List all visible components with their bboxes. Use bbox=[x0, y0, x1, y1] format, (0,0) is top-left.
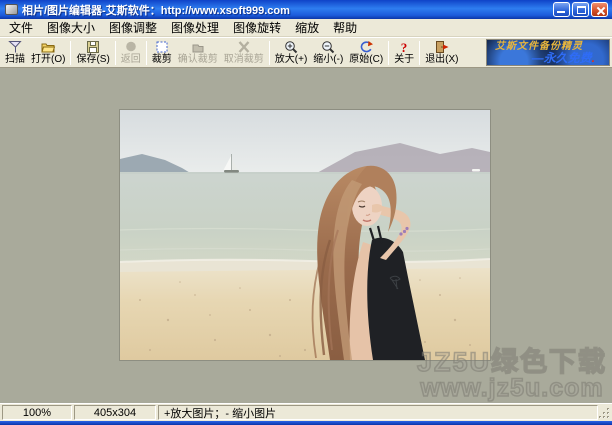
status-bar: 100% 405x304 +放大图片；- 缩小图片 bbox=[0, 403, 612, 421]
status-image-size: 405x304 bbox=[74, 405, 156, 420]
photo[interactable] bbox=[120, 110, 490, 360]
status-zoom-level: 100% bbox=[2, 405, 72, 420]
maximize-icon bbox=[577, 6, 586, 14]
menu-image-adjust[interactable]: 图像调整 bbox=[102, 18, 164, 37]
toolbar-separator bbox=[115, 41, 116, 65]
app-icon bbox=[5, 4, 18, 15]
menu-image-process[interactable]: 图像处理 bbox=[164, 18, 226, 37]
zoom-in-button[interactable]: 放大(+) bbox=[272, 38, 311, 67]
window-controls bbox=[553, 2, 608, 17]
confirm-crop-icon bbox=[190, 40, 206, 54]
minimize-icon bbox=[557, 11, 565, 13]
window-bottom-border bbox=[0, 421, 612, 425]
cancel-crop-icon bbox=[236, 40, 252, 54]
maximize-button[interactable] bbox=[572, 2, 589, 17]
ad-banner[interactable]: 艾斯文件备份精灵 —永久免费. bbox=[486, 39, 610, 66]
toolbar-separator bbox=[388, 41, 389, 65]
zoom-in-icon bbox=[283, 40, 299, 54]
zoom-out-icon bbox=[320, 40, 336, 54]
menu-bar: 文件 图像大小 图像调整 图像处理 图像旋转 缩放 帮助 bbox=[0, 19, 612, 37]
scanner-icon bbox=[7, 40, 23, 54]
open-button[interactable]: 打开(O) bbox=[28, 38, 68, 67]
open-folder-icon bbox=[40, 40, 56, 54]
minimize-button[interactable] bbox=[553, 2, 570, 17]
zoom-out-button[interactable]: 缩小(-) bbox=[310, 38, 346, 67]
close-button[interactable] bbox=[591, 2, 608, 17]
crop-icon bbox=[154, 40, 170, 54]
toolbar-separator bbox=[70, 41, 71, 65]
photo-boat-right bbox=[472, 169, 480, 172]
scan-button[interactable]: 扫描 bbox=[2, 38, 28, 67]
original-size-icon bbox=[358, 40, 374, 54]
original-size-button[interactable]: 原始(C) bbox=[346, 38, 386, 67]
titlebar[interactable]: 相片/图片编辑器-艾斯软件：http://www.xsoft999.com bbox=[0, 0, 612, 19]
save-button[interactable]: 保存(S) bbox=[73, 38, 112, 67]
save-icon bbox=[85, 40, 101, 54]
menu-file[interactable]: 文件 bbox=[2, 18, 40, 37]
toolbar-separator bbox=[419, 41, 420, 65]
crop-button[interactable]: 裁剪 bbox=[149, 38, 175, 67]
toolbar-separator bbox=[269, 41, 270, 65]
menu-image-rotate[interactable]: 图像旋转 bbox=[226, 18, 288, 37]
exit-button[interactable]: 退出(X) bbox=[422, 38, 461, 67]
photo-sea bbox=[120, 172, 490, 268]
menu-zoom[interactable]: 缩放 bbox=[288, 18, 326, 37]
about-icon: ? bbox=[396, 40, 412, 54]
menu-image-size[interactable]: 图像大小 bbox=[40, 18, 102, 37]
menu-help[interactable]: 帮助 bbox=[326, 18, 364, 37]
toolbar: 扫描 打开(O) 保存(S) 返回 裁剪 确认裁剪 取消裁剪 bbox=[0, 37, 612, 68]
exit-icon bbox=[434, 40, 450, 54]
app-window: 相片/图片编辑器-艾斯软件：http://www.xsoft999.com 文件… bbox=[0, 0, 612, 425]
resize-grip[interactable] bbox=[598, 407, 611, 420]
about-button[interactable]: ? 关于 bbox=[391, 38, 417, 67]
ad-banner-line2: —永久免费. bbox=[487, 52, 609, 65]
watermark-line2: www.jz5u.com bbox=[417, 376, 607, 401]
window-title: 相片/图片编辑器-艾斯软件：http://www.xsoft999.com bbox=[22, 2, 290, 18]
cancel-crop-button[interactable]: 取消裁剪 bbox=[221, 38, 267, 67]
confirm-crop-button[interactable]: 确认裁剪 bbox=[175, 38, 221, 67]
editor-canvas: JZ5U绿色下载 www.jz5u.com bbox=[0, 68, 612, 403]
back-icon bbox=[123, 40, 139, 54]
photo-sand bbox=[120, 268, 490, 360]
svg-text:?: ? bbox=[401, 40, 408, 54]
toolbar-separator bbox=[146, 41, 147, 65]
status-hint: +放大图片；- 缩小图片 bbox=[158, 405, 598, 420]
back-button[interactable]: 返回 bbox=[118, 38, 144, 67]
